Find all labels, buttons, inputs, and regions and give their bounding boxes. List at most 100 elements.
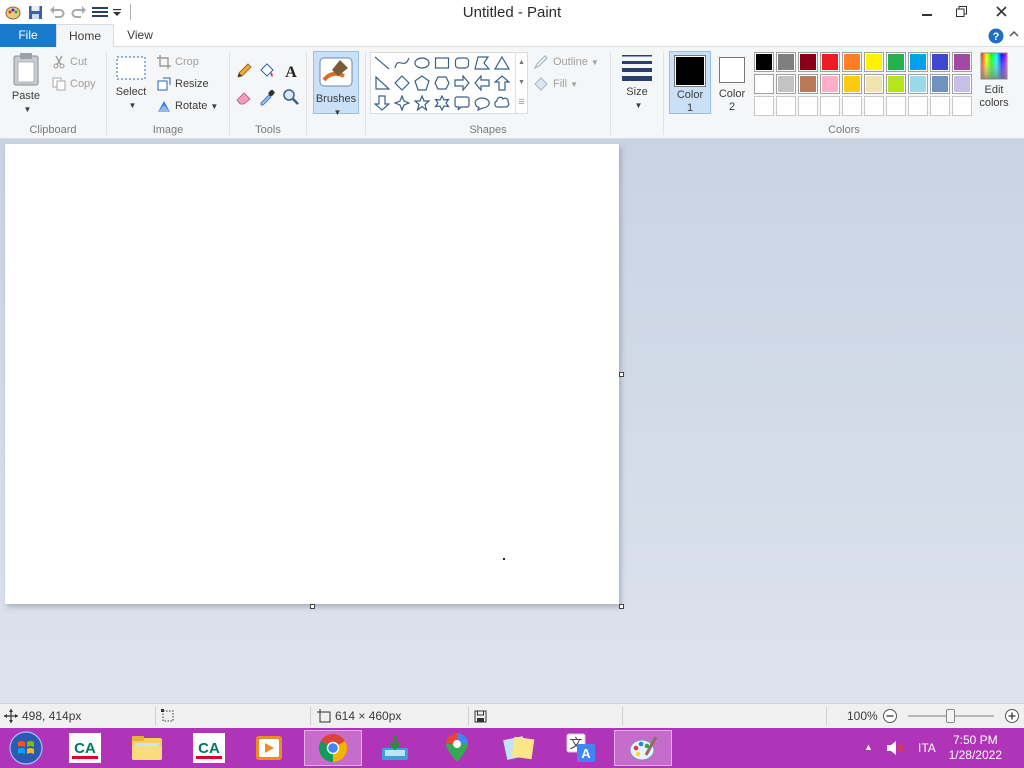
outline-dropdown-icon[interactable]: ▼ xyxy=(591,58,599,67)
palette-color-swatch[interactable] xyxy=(798,52,818,72)
rounded-callout-shape-icon[interactable] xyxy=(452,93,472,113)
help-icon[interactable]: ? xyxy=(988,28,1004,44)
speaker-muted-icon[interactable] xyxy=(886,740,904,759)
palette-color-swatch[interactable] xyxy=(820,74,840,94)
size-dropdown-icon[interactable]: ▼ xyxy=(620,99,657,112)
custom-color-slot[interactable] xyxy=(842,96,862,116)
fill-dropdown-icon[interactable]: ▼ xyxy=(570,80,578,89)
palette-color-swatch[interactable] xyxy=(754,52,774,72)
taskbar-chrome[interactable] xyxy=(304,730,362,766)
pentagon-shape-icon[interactable] xyxy=(412,73,432,93)
diamond-shape-icon[interactable] xyxy=(392,73,412,93)
brushes-button[interactable]: Brushes ▼ xyxy=(313,51,359,117)
rounded-rectangle-shape-icon[interactable] xyxy=(452,53,472,73)
paint-app-icon[interactable] xyxy=(2,1,24,23)
gallery-expand-icon[interactable]: ☰ xyxy=(516,93,527,113)
palette-color-swatch[interactable] xyxy=(952,52,972,72)
taskbar-maps[interactable] xyxy=(428,730,486,766)
resize-button[interactable]: Resize xyxy=(157,74,209,94)
gallery-scroll-up-icon[interactable]: ▲ xyxy=(516,53,527,73)
palette-color-swatch[interactable] xyxy=(842,74,862,94)
oval-shape-icon[interactable] xyxy=(412,53,432,73)
show-hidden-icons-icon[interactable]: ▲ xyxy=(864,742,873,752)
curve-shape-icon[interactable] xyxy=(392,53,412,73)
taskbar-credit-agricole-2[interactable]: CA xyxy=(180,730,238,766)
canvas-resize-handle-right[interactable] xyxy=(619,372,624,377)
rotate-dropdown-icon[interactable]: ▼ xyxy=(210,102,218,111)
select-button[interactable]: Select ▼ xyxy=(113,55,149,112)
canvas-workspace[interactable] xyxy=(0,139,1024,703)
right-arrow-shape-icon[interactable] xyxy=(452,73,472,93)
fill-button[interactable]: Fill ▼ xyxy=(533,74,578,94)
palette-color-swatch[interactable] xyxy=(754,74,774,94)
six-point-star-shape-icon[interactable] xyxy=(432,93,452,113)
magnifier-tool[interactable] xyxy=(282,87,304,107)
undo-icon[interactable] xyxy=(46,1,68,23)
custom-color-slot[interactable] xyxy=(798,96,818,116)
custom-color-slot[interactable] xyxy=(952,96,972,116)
palette-color-swatch[interactable] xyxy=(842,52,862,72)
eraser-tool[interactable] xyxy=(235,87,257,107)
canvas-resize-handle-bottom[interactable] xyxy=(310,604,315,609)
polygon-shape-icon[interactable] xyxy=(472,53,492,73)
taskbar-download-manager[interactable] xyxy=(366,730,424,766)
palette-color-swatch[interactable] xyxy=(776,74,796,94)
canvas-resize-handle-corner[interactable] xyxy=(619,604,624,609)
left-arrow-shape-icon[interactable] xyxy=(472,73,492,93)
size-button[interactable]: Size ▼ xyxy=(617,53,657,112)
taskbar-file-explorer[interactable] xyxy=(118,730,176,766)
restore-icon[interactable] xyxy=(944,0,978,22)
paste-dropdown-icon[interactable]: ▼ xyxy=(9,103,46,116)
pencil-tool[interactable] xyxy=(235,61,257,81)
palette-color-swatch[interactable] xyxy=(952,74,972,94)
redo-icon[interactable] xyxy=(68,1,90,23)
down-arrow-shape-icon[interactable] xyxy=(372,93,392,113)
save-icon[interactable] xyxy=(24,1,46,23)
palette-color-swatch[interactable] xyxy=(820,52,840,72)
palette-color-swatch[interactable] xyxy=(864,74,884,94)
taskbar-media-player[interactable] xyxy=(240,730,298,766)
palette-color-swatch[interactable] xyxy=(908,52,928,72)
customize-qat-icon[interactable] xyxy=(110,1,124,23)
crop-button[interactable]: Crop xyxy=(157,52,199,72)
ribbon-collapse-icon[interactable] xyxy=(1008,28,1020,42)
properties-icon[interactable] xyxy=(90,1,110,23)
custom-color-slot[interactable] xyxy=(820,96,840,116)
hexagon-shape-icon[interactable] xyxy=(432,73,452,93)
copy-button[interactable]: Copy xyxy=(52,74,96,94)
palette-color-swatch[interactable] xyxy=(864,52,884,72)
taskbar-sticky-notes[interactable] xyxy=(490,730,548,766)
zoom-out-button[interactable] xyxy=(882,704,898,728)
taskbar-translator[interactable]: 文A xyxy=(552,730,610,766)
palette-color-swatch[interactable] xyxy=(930,52,950,72)
oval-callout-shape-icon[interactable] xyxy=(472,93,492,113)
start-button[interactable] xyxy=(6,730,46,766)
four-point-star-shape-icon[interactable] xyxy=(392,93,412,113)
taskbar-credit-agricole-1[interactable]: CA xyxy=(56,730,114,766)
taskbar-paint[interactable] xyxy=(614,730,672,766)
up-arrow-shape-icon[interactable] xyxy=(492,73,512,93)
palette-color-swatch[interactable] xyxy=(798,74,818,94)
outline-button[interactable]: Outline ▼ xyxy=(533,52,599,72)
palette-color-swatch[interactable] xyxy=(908,74,928,94)
edit-colors-button[interactable]: Edit colors xyxy=(974,51,1014,110)
custom-color-slot[interactable] xyxy=(776,96,796,116)
drawing-canvas[interactable] xyxy=(5,144,619,604)
custom-color-slot[interactable] xyxy=(864,96,884,116)
tab-home[interactable]: Home xyxy=(56,24,114,48)
custom-color-slot[interactable] xyxy=(908,96,928,116)
palette-color-swatch[interactable] xyxy=(776,52,796,72)
line-shape-icon[interactable] xyxy=(372,53,392,73)
triangle-shape-icon[interactable] xyxy=(492,53,512,73)
rectangle-shape-icon[interactable] xyxy=(432,53,452,73)
rotate-button[interactable]: Rotate ▼ xyxy=(157,96,218,116)
gallery-scroll-down-icon[interactable]: ▼ xyxy=(516,73,527,93)
input-language[interactable]: ITA xyxy=(918,741,936,755)
paste-button[interactable]: Paste ▼ xyxy=(6,51,46,116)
minimize-icon[interactable] xyxy=(910,0,944,22)
color-picker-tool[interactable] xyxy=(258,87,280,107)
palette-color-swatch[interactable] xyxy=(886,52,906,72)
custom-color-slot[interactable] xyxy=(930,96,950,116)
palette-color-swatch[interactable] xyxy=(886,74,906,94)
color1-button[interactable]: Color 1 xyxy=(669,51,711,114)
